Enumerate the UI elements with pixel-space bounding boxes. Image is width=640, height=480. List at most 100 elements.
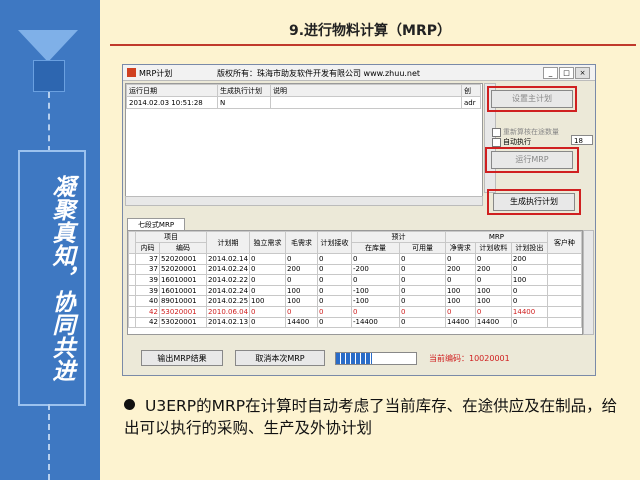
col-receipt[interactable]: 计划接收 [317,231,352,254]
col-customer[interactable]: 客户种 [546,231,582,254]
cell-stock: -100 [351,284,400,297]
table-row[interactable]: 42 53020001 2014.02.13 0 14400 0 -14400 0 14400 1… [128,316,582,329]
cell-id: 39 [134,284,160,297]
cell-plan-out: 0 [510,263,548,276]
window-title: MRP计划 [139,69,173,78]
row-indicator [128,253,136,265]
cell-independent: 100 [249,295,287,307]
col-plan-out[interactable]: 计划投出 [510,242,548,254]
cell-plan-in: 100 [474,295,512,307]
app-icon [127,68,136,77]
cell-customer [546,274,582,286]
cell-receipt: 0 [317,284,352,297]
col-creator[interactable]: 创 [461,84,481,97]
cell-net: 14400 [444,316,476,329]
close-button[interactable]: × [575,67,590,79]
cell-stock: 0 [351,274,400,286]
left-sidebar: 凝聚真知，协同共进 [0,0,100,480]
row-indicator-header [128,231,136,254]
bullet-dot [124,399,135,410]
cell-independent: 0 [249,316,287,329]
cell-receipt: 0 [317,316,352,329]
bullet-point: U3ERP的MRP在计算时自动考虑了当前库存、在途供应及在制品，给出可以执行的采… [124,395,624,439]
checkbox[interactable] [492,127,501,137]
col-code[interactable]: 编码 [158,242,207,254]
cancel-mrp-button[interactable]: 取消本次MRP [235,350,325,366]
table-row[interactable]: 37 52020001 2014.02.24 0 200 0 -200 0 200 200 0 [128,263,582,276]
cell-independent: 0 [249,253,287,265]
slogan-text: 凝聚真知，协同共进 [48,174,75,382]
minimize-button[interactable]: _ [543,67,558,79]
cell-independent: 0 [249,305,287,318]
table-row[interactable]: 42 53020001 2010.06.04 0 0 0 0 0 0 0 14400 [128,305,582,318]
cell-id: 42 [134,316,160,329]
table-row[interactable]: 39 16010001 2014.02.24 0 100 0 -100 0 100 100 0 [128,284,582,297]
table-row[interactable]: 37 52020001 2014.02.14 0 0 0 0 0 0 0 200 [128,253,582,265]
cell-date: 2014.02.22 [205,274,251,286]
col-stock[interactable]: 在库量 [351,242,400,254]
cell-net: 100 [444,284,476,297]
cell-independent: 0 [249,284,287,297]
cell-gross: 0 [285,305,319,318]
run-history-grid[interactable]: 运行日期 生成执行计划 说明 创 2014.02.03 10:51:28 N a… [125,83,483,197]
table-row[interactable]: 39 16010001 2014.02.22 0 0 0 0 0 0 0 100 [128,274,582,286]
col-gross[interactable]: 毛需求 [285,231,319,254]
col-note[interactable]: 说明 [270,84,462,97]
checkbox[interactable] [492,137,501,147]
col-plan-in[interactable]: 计划收料 [474,242,512,254]
dashed-line [48,92,50,152]
cell-stock: 0 [351,305,400,318]
cell-date: 2014.02.13 [205,316,251,329]
cell-plan-in: 14400 [474,316,512,329]
table-row[interactable]: 40 89010001 2014.02.25 100 100 0 -100 0 100 100 0 [128,295,582,307]
dashed-line-bottom [48,404,50,480]
cell-available: 0 [398,253,446,265]
cell-net: 0 [444,274,476,286]
table-row[interactable]: 2014.02.03 10:51:28 N adr [126,96,481,109]
cell-independent: 0 [249,274,287,286]
result-scrollbar[interactable] [583,230,594,335]
cell-note [270,96,462,109]
cell-gross: 0 [285,274,319,286]
auto-execute-option[interactable]: 自动执行 [492,137,531,147]
cell-receipt: 0 [317,305,352,318]
cell-code: 16010001 [158,284,207,297]
highlight-box [487,189,581,215]
cell-receipt: 0 [317,263,352,276]
cell-code: 52020001 [158,253,207,265]
col-net[interactable]: 净需求 [444,242,476,254]
cell-date: 2014.02.25 [205,295,251,307]
window-titlebar[interactable]: MRP计划 版权所有：珠海市助友软件开发有限公司 www.zhuu.net _ … [123,65,595,81]
recalc-in-transit-option[interactable]: 重新算核在途数量 [492,127,559,137]
mrp-result-grid[interactable]: 项目 计划期 独立需求 毛需求 计划接收 预计 MRP 客户种 内码 编码 在库… [127,230,583,335]
cell-id: 37 [134,263,160,276]
cell-gross: 14400 [285,316,319,329]
col-independent[interactable]: 独立需求 [249,231,287,254]
cell-net: 0 [444,253,476,265]
col-available[interactable]: 可用量 [398,242,446,254]
maximize-button[interactable]: □ [559,67,574,79]
cell-customer [546,284,582,297]
horizontal-scrollbar[interactable] [125,196,483,206]
cell-plan-out: 14400 [510,305,548,318]
cell-available: 0 [398,305,446,318]
col-run-date[interactable]: 运行日期 [126,84,218,97]
col-generated[interactable]: 生成执行计划 [217,84,271,97]
col-plan-date[interactable]: 计划期 [205,231,251,254]
row-indicator [128,295,136,307]
row-indicator [128,305,136,318]
cell-plan-out: 200 [510,253,548,265]
square-decoration [33,60,65,92]
cell-code: 89010001 [158,295,207,307]
auto-execute-value[interactable]: 18 [571,135,593,145]
export-mrp-button[interactable]: 输出MRP结果 [141,350,223,366]
slide-title: 9.进行物料计算（MRP） [288,23,452,39]
bullet-text: U3ERP的MRP在计算时自动考虑了当前库存、在途供应及在制品，给出可以执行的采… [124,397,618,437]
cell-creator: adr [461,96,481,109]
cell-receipt: 0 [317,253,352,265]
cell-code: 53020001 [158,305,207,318]
col-id[interactable]: 内码 [134,242,160,254]
cell-date: 2014.02.24 [205,284,251,297]
mrp-window: MRP计划 版权所有：珠海市助友软件开发有限公司 www.zhuu.net _ … [122,64,596,376]
cell-date: 2014.02.24 [205,263,251,276]
